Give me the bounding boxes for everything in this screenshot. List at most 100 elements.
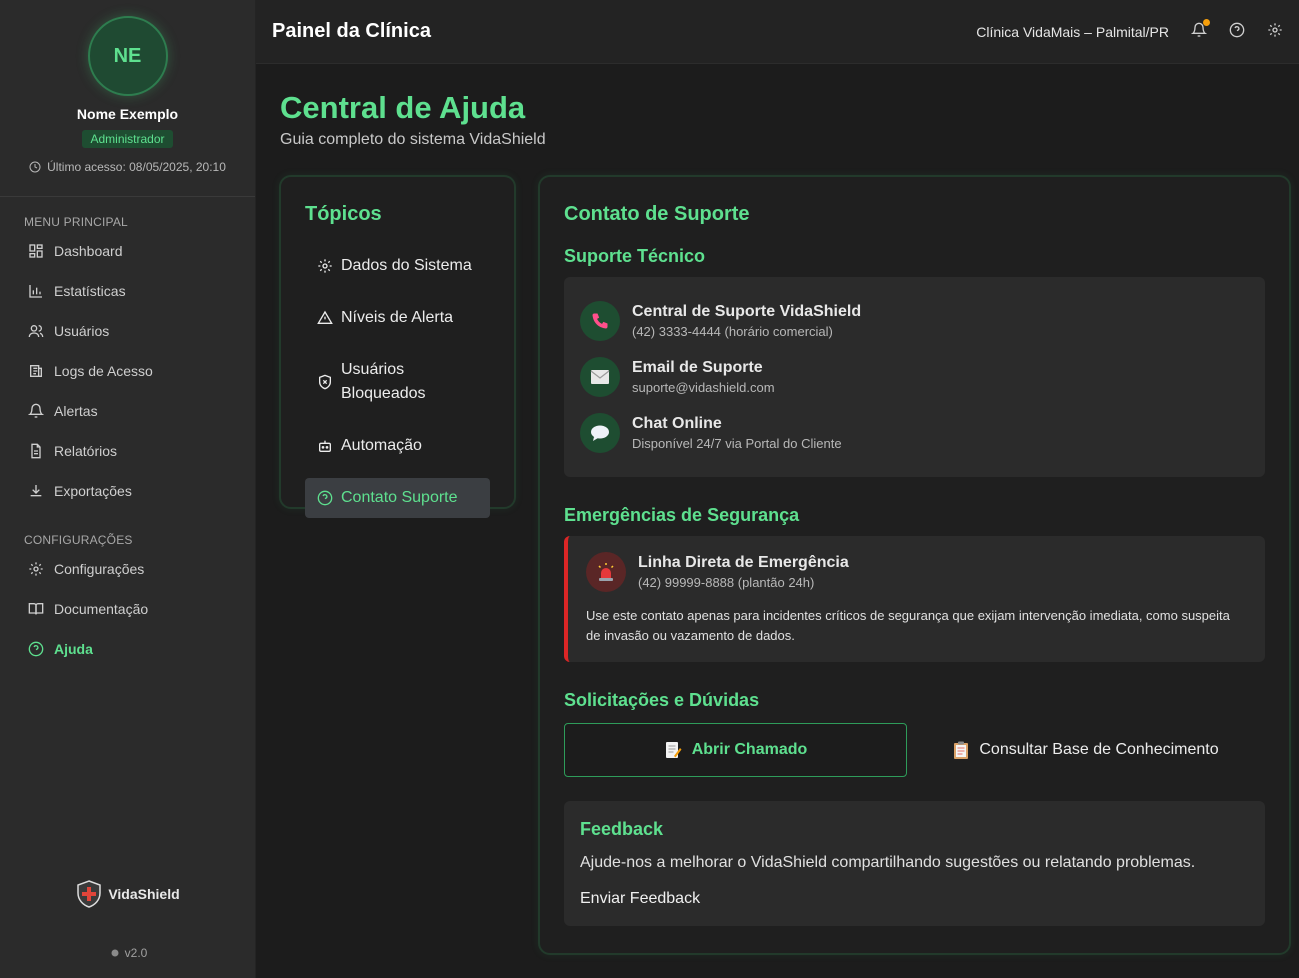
emergency-line-title: Linha Direta de Emergência — [638, 554, 849, 571]
chat-icon — [580, 413, 620, 453]
profile-section: NE Nome Exemplo Administrador Último ace… — [0, 0, 255, 197]
topic-dados-sistema[interactable]: Dados do Sistema — [305, 246, 490, 286]
header-title: Painel da Clínica — [272, 20, 431, 42]
sidebar-item-usuarios[interactable]: Usuários — [0, 311, 255, 351]
role-badge: Administrador — [82, 130, 173, 148]
page-subtitle: Guia completo do sistema VidaShield — [280, 131, 546, 148]
knowledge-base-button[interactable]: Consultar Base de Conhecimento — [907, 723, 1265, 777]
topic-usuarios-bloqueados[interactable]: Usuários Bloqueados — [305, 350, 490, 414]
topic-label: Usuários Bloqueados — [341, 361, 426, 402]
sidebar-item-label: Usuários — [54, 323, 110, 339]
sidebar-item-label: Exportações — [54, 483, 132, 499]
sidebar-item-relatorios[interactable]: Relatórios — [0, 431, 255, 471]
emergency-note: Use este contato apenas para incidentes … — [586, 608, 1230, 643]
topic-niveis-alerta[interactable]: Níveis de Alerta — [305, 298, 490, 338]
topic-contato-suporte[interactable]: Contato Suporte — [305, 478, 490, 518]
topics-title: Tópicos — [305, 203, 382, 225]
sidebar: NE Nome Exemplo Administrador Último ace… — [0, 0, 256, 978]
topic-label: Automação — [341, 437, 422, 454]
notification-button[interactable] — [1190, 19, 1210, 41]
emergency-panel: Linha Direta de Emergência (42) 99999-88… — [564, 536, 1265, 662]
support-content-card: Contato de Suporte Suporte Técnico Centr… — [538, 175, 1291, 955]
sidebar-item-label: Documentação — [54, 601, 149, 617]
tech-support-panel: Central de Suporte VidaShield (42) 3333-… — [564, 277, 1265, 477]
report-icon — [31, 443, 41, 459]
contact-row-email: Email de Suporte suporte@vidashield.com — [580, 349, 1249, 405]
open-ticket-label: Abrir Chamado — [691, 741, 808, 758]
page-title: Central de Ajuda — [280, 90, 526, 125]
sidebar-item-label: Logs de Acesso — [54, 363, 153, 379]
contact-title: Chat Online — [632, 415, 722, 432]
header-actions: Clínica VidaMais – Palmital/PR — [976, 19, 1283, 41]
brand-name: VidaShield — [108, 886, 180, 902]
requests-title: Solicitações e Dúvidas — [564, 690, 760, 710]
gear-icon — [318, 259, 332, 273]
bell-icon — [28, 403, 44, 418]
contact-row-chat: Chat Online Disponível 24/7 via Portal d… — [580, 405, 1249, 461]
sidebar-item-alertas[interactable]: Alertas — [0, 391, 255, 431]
contact-title: Email de Suporte — [632, 359, 763, 376]
knowledge-base-label: Consultar Base de Conhecimento — [979, 741, 1219, 758]
main-menu-title: MENU PRINCIPAL — [24, 215, 128, 229]
sidebar-item-label: Estatísticas — [54, 283, 126, 299]
sidebar-item-estatisticas[interactable]: Estatísticas — [0, 271, 255, 311]
sidebar-item-exportacoes[interactable]: Exportações — [0, 471, 255, 511]
open-ticket-button[interactable]: Abrir Chamado — [564, 723, 907, 777]
last-access: Último acesso: 08/05/2025, 20:10 — [0, 160, 255, 174]
logs-icon — [30, 365, 42, 377]
topic-label: Dados do Sistema — [341, 257, 472, 274]
settings-menu-title: CONFIGURAÇÕES — [24, 533, 133, 547]
sidebar-item-logs[interactable]: Logs de Acesso — [0, 351, 255, 391]
gear-icon — [111, 949, 119, 957]
feedback-panel: Feedback Ajude-nos a melhorar o VidaShie… — [564, 801, 1265, 926]
topics-card: Tópicos Dados do Sistema Níveis de Alert… — [279, 175, 516, 518]
siren-icon — [586, 552, 626, 592]
sidebar-item-dashboard[interactable]: Dashboard — [0, 231, 255, 271]
sidebar-item-documentacao[interactable]: Documentação — [0, 589, 255, 629]
clipboard-icon — [954, 741, 969, 759]
main-menu: Dashboard Estatísticas Usuários Logs de … — [0, 231, 255, 511]
settings-button[interactable] — [1267, 22, 1283, 41]
version-text: v2.0 — [124, 946, 148, 960]
shield-logo-icon — [77, 880, 102, 908]
contact-title: Central de Suporte VidaShield — [632, 303, 862, 320]
robot-icon — [319, 440, 331, 452]
content-title: Contato de Suporte — [564, 203, 750, 225]
top-bar: Painel da Clínica Clínica VidaMais – Pal… — [256, 0, 1299, 64]
sidebar-item-label: Alertas — [54, 403, 98, 419]
clock-icon — [29, 161, 41, 173]
emergency-title: Emergências de Segurança — [564, 505, 800, 525]
sidebar-item-ajuda[interactable]: Ajuda — [0, 629, 255, 669]
user-name: Nome Exemplo — [76, 106, 179, 122]
dashboard-icon — [29, 244, 43, 258]
notification-dot — [1203, 19, 1210, 26]
memo-icon — [665, 742, 682, 758]
feedback-text: Ajude-nos a melhorar o VidaShield compar… — [580, 854, 1196, 871]
shield-x-icon — [319, 374, 331, 390]
sidebar-item-label: Ajuda — [54, 641, 93, 657]
tech-support-title: Suporte Técnico — [564, 246, 706, 266]
sidebar-item-configuracoes[interactable]: Configurações — [0, 549, 255, 589]
contact-sub: (42) 3333-4444 (horário comercial) — [632, 324, 833, 339]
sidebar-item-label: Dashboard — [54, 243, 123, 259]
send-feedback-link[interactable]: Enviar Feedback — [580, 890, 700, 908]
avatar: NE — [87, 16, 168, 96]
contact-row-phone: Central de Suporte VidaShield (42) 3333-… — [580, 293, 1249, 349]
version-label: v2.0 — [0, 946, 256, 960]
last-access-text: Último acesso: 08/05/2025, 20:10 — [47, 160, 226, 174]
users-icon — [28, 325, 44, 338]
requests-actions: Abrir Chamado Consultar Base de Conhecim… — [564, 723, 1265, 777]
topic-automacao[interactable]: Automação — [305, 426, 490, 466]
clinic-name: Clínica VidaMais – Palmital/PR — [976, 23, 1169, 40]
help-button[interactable] — [1229, 22, 1245, 41]
topic-label: Níveis de Alerta — [341, 309, 454, 326]
sidebar-item-label: Configurações — [54, 561, 145, 577]
settings-menu: Configurações Documentação Ajuda — [0, 549, 255, 669]
sidebar-item-label: Relatórios — [54, 443, 118, 459]
warning-icon — [317, 310, 333, 324]
contact-sub: Disponível 24/7 via Portal do Cliente — [632, 436, 842, 451]
help-icon — [28, 641, 44, 657]
feedback-title: Feedback — [580, 819, 664, 839]
help-icon — [317, 490, 333, 506]
topics-list: Dados do Sistema Níveis de Alerta Usuári… — [305, 246, 490, 518]
